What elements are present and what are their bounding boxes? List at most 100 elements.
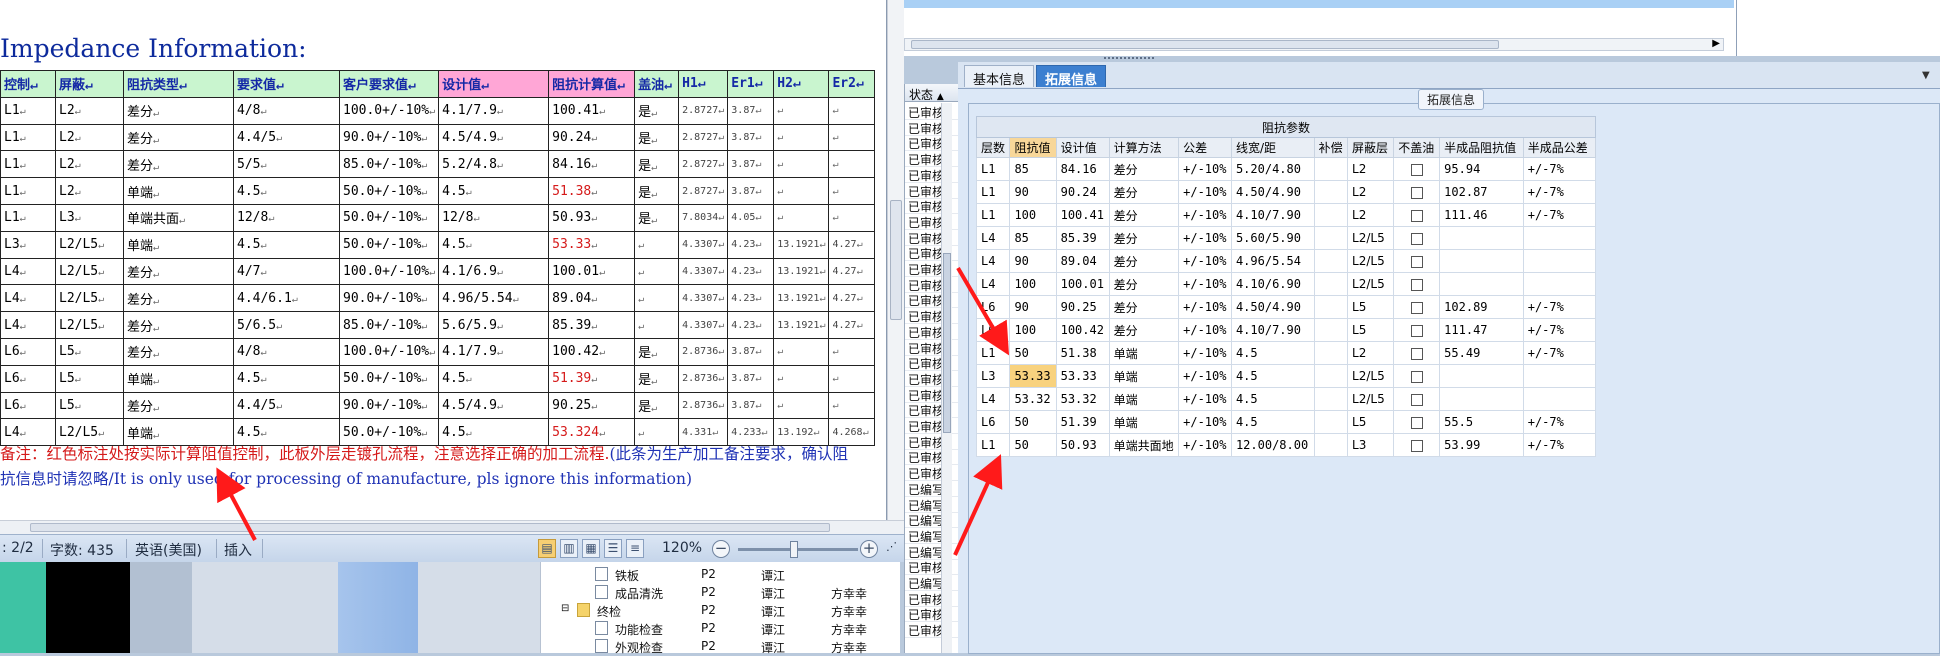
doc-vertical-scrollbar[interactable] xyxy=(887,0,904,520)
outline-view-icon[interactable]: ☰ xyxy=(604,539,622,558)
params-row[interactable]: L6 50 51.39 单端 +/-10% 4.5 L5 55.5 +/-7% xyxy=(975,410,1597,434)
params-header-cell[interactable]: 层数 xyxy=(975,137,1011,158)
params-row[interactable]: L6 90 90.25 差分 +/-10% 4.50/4.90 L5 102.89 +/-7% xyxy=(975,295,1597,319)
no-soldermask-checkbox[interactable] xyxy=(1410,163,1423,176)
params-cell[interactable] xyxy=(1393,318,1441,342)
no-soldermask-checkbox[interactable] xyxy=(1410,324,1423,337)
params-row[interactable]: L1 50 50.93 单端共面地 +/-10% 12.00/8.00 L3 53.99 +/-… xyxy=(975,433,1597,457)
params-cell[interactable] xyxy=(1393,387,1441,411)
params-cell[interactable] xyxy=(1393,226,1441,250)
params-cell[interactable] xyxy=(1393,364,1441,388)
params-cell: L1 xyxy=(975,433,1011,457)
params-cell[interactable] xyxy=(1393,295,1441,319)
params-row[interactable]: L1 50 51.38 单端 +/-10% 4.5 L2 55.49 +/-7% xyxy=(975,341,1597,365)
draft-view-icon[interactable]: ≡ xyxy=(626,539,644,558)
params-cell: 95.94 xyxy=(1439,157,1524,181)
imp-cell: 差分↵ xyxy=(123,257,234,286)
doc-hscroll-thumb[interactable] xyxy=(30,523,830,532)
imp-cell: ↵ xyxy=(773,391,830,420)
no-soldermask-checkbox[interactable] xyxy=(1410,255,1423,268)
params-row[interactable]: L4 53.32 53.32 单端 +/-10% 4.5 L2/L5 xyxy=(975,387,1597,411)
params-row[interactable]: L4 100 100.01 差分 +/-10% 4.10/6.90 L2/L5 xyxy=(975,272,1597,296)
params-header-cell[interactable]: 半成品阻抗值 xyxy=(1439,137,1524,158)
zoom-out-icon[interactable]: − xyxy=(712,540,730,558)
params-cell[interactable] xyxy=(1393,410,1441,434)
params-cell[interactable] xyxy=(1393,249,1441,273)
params-cell[interactable] xyxy=(1393,157,1441,181)
params-cell[interactable] xyxy=(1393,341,1441,365)
web-layout-view-icon[interactable]: ▦ xyxy=(582,539,600,558)
params-header-cell[interactable]: 补偿 xyxy=(1313,137,1349,158)
params-cell: +/-7% xyxy=(1522,341,1597,365)
params-row[interactable]: L4 90 89.04 差分 +/-10% 4.96/5.54 L2/L5 xyxy=(975,249,1597,273)
tree-row[interactable]: 外观检查 P2 谭江 方幸幸 xyxy=(541,638,901,655)
doc-horizontal-scrollbar[interactable] xyxy=(0,520,904,534)
no-soldermask-checkbox[interactable] xyxy=(1410,439,1423,452)
status-scrollbar[interactable] xyxy=(941,103,952,653)
resize-grip-icon[interactable]: ⋰ xyxy=(886,540,897,553)
zoom-in-icon[interactable]: + xyxy=(860,540,878,558)
params-header-cell[interactable]: 线宽/距 xyxy=(1230,137,1315,158)
print-layout-view-icon[interactable]: ▤ xyxy=(538,539,556,558)
tree-row[interactable]: 铁板 P2 谭江 xyxy=(541,566,901,583)
tree-row[interactable]: 成品清洗 P2 谭江 方幸幸 xyxy=(541,584,901,601)
params-cell: +/-10% xyxy=(1178,387,1232,411)
params-cell[interactable] xyxy=(1393,203,1441,227)
no-soldermask-checkbox[interactable] xyxy=(1410,347,1423,360)
collapse-icon[interactable]: ⊟ xyxy=(561,603,569,614)
params-header-cell[interactable]: 计算方法 xyxy=(1108,137,1180,158)
params-row[interactable]: L1 85 84.16 差分 +/-10% 5.20/4.80 L2 95.94 +/-7% xyxy=(975,157,1597,181)
params-header-cell[interactable]: 不盖油 xyxy=(1393,137,1441,158)
params-header-cell[interactable]: 设计值 xyxy=(1055,137,1110,158)
doc-scroll-thumb[interactable] xyxy=(890,200,902,320)
process-tree: 铁板 P2 谭江 成品清洗 P2 谭江 方幸幸 ⊟ 终检 P2 谭江 方幸幸 功… xyxy=(540,562,901,655)
params-header-cell[interactable]: 屏蔽层 xyxy=(1347,137,1395,158)
params-cell: 差分 xyxy=(1108,203,1180,227)
insert-mode[interactable]: 插入 xyxy=(224,540,252,560)
no-soldermask-checkbox[interactable] xyxy=(1410,370,1423,383)
imp-cell: 4.27↵ xyxy=(828,257,876,286)
params-cell xyxy=(1313,249,1349,273)
params-row[interactable]: L3 53.33 53.33 单端 +/-10% 4.5 L2/L5 xyxy=(975,364,1597,388)
params-row[interactable]: L1 100 100.41 差分 +/-10% 4.10/7.90 L2 111.46 +/-7… xyxy=(975,203,1597,227)
params-cell: L4 xyxy=(975,387,1011,411)
params-header-cell[interactable]: 半成品公差 xyxy=(1522,137,1597,158)
no-soldermask-checkbox[interactable] xyxy=(1410,209,1423,222)
params-header-cell[interactable]: 公差 xyxy=(1178,137,1232,158)
page-indicator[interactable]: : 2/2 xyxy=(2,540,34,556)
status-scroll-thumb[interactable] xyxy=(943,253,951,433)
params-cell: L3 xyxy=(975,364,1011,388)
reading-view-icon[interactable]: ▥ xyxy=(560,539,578,558)
params-row[interactable]: L6 100 100.42 差分 +/-10% 4.10/7.90 L5 111.47 +/-7… xyxy=(975,318,1597,342)
tree-row[interactable]: 功能检查 P2 谭江 方幸幸 xyxy=(541,620,901,637)
params-cell xyxy=(1313,433,1349,457)
params-cell[interactable] xyxy=(1393,272,1441,296)
params-cell[interactable] xyxy=(1393,180,1441,204)
params-cell[interactable] xyxy=(1393,433,1441,457)
imp-cell: L3↵ xyxy=(55,203,124,232)
params-cell: 4.5 xyxy=(1230,410,1315,434)
params-row[interactable]: L1 90 90.24 差分 +/-10% 4.50/4.90 L2 102.87 +/-7% xyxy=(975,180,1597,204)
params-cell xyxy=(1313,410,1349,434)
language-indicator[interactable]: 英语(美国) xyxy=(135,540,202,560)
params-header-cell[interactable]: 阻抗值 xyxy=(1009,137,1057,158)
params-cell: 85 xyxy=(1009,157,1057,181)
tree-row[interactable]: ⊟ 终检 P2 谭江 方幸幸 xyxy=(541,602,901,619)
params-cell xyxy=(1522,387,1597,411)
no-soldermask-checkbox[interactable] xyxy=(1410,232,1423,245)
word-count[interactable]: 字数: 435 xyxy=(50,540,114,560)
zoom-slider[interactable] xyxy=(738,548,858,551)
zoom-slider-knob[interactable] xyxy=(790,541,798,558)
params-cell: 90.25 xyxy=(1055,295,1110,319)
params-row[interactable]: L4 85 85.39 差分 +/-10% 5.60/5.90 L2/L5 xyxy=(975,226,1597,250)
no-soldermask-checkbox[interactable] xyxy=(1410,301,1423,314)
imp-cell: 4.3307↵ xyxy=(678,230,729,259)
no-soldermask-checkbox[interactable] xyxy=(1410,278,1423,291)
no-soldermask-checkbox[interactable] xyxy=(1410,186,1423,199)
no-soldermask-checkbox[interactable] xyxy=(1410,393,1423,406)
no-soldermask-checkbox[interactable] xyxy=(1410,416,1423,429)
zoom-level[interactable]: 120% xyxy=(662,540,702,556)
status-column-header[interactable]: 状态 ▲ xyxy=(905,84,958,102)
params-cell: 84.16 xyxy=(1055,157,1110,181)
imp-cell: 差分↵ xyxy=(123,311,234,339)
